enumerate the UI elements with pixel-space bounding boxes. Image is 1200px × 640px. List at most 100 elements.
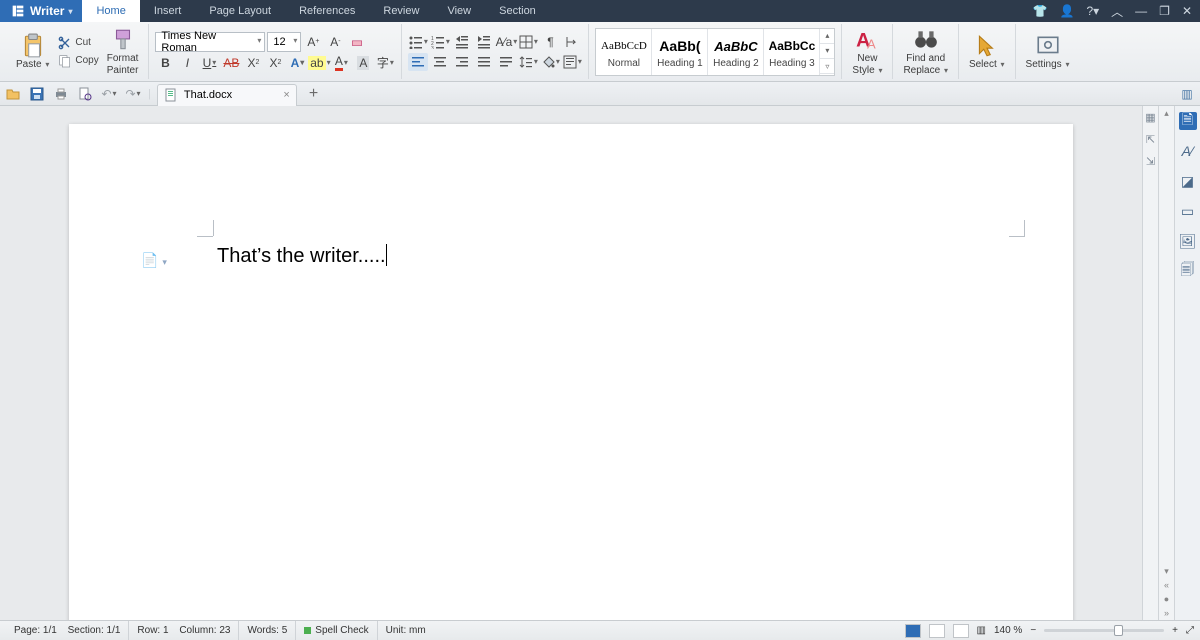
save-button[interactable] (28, 85, 46, 103)
shrink-font-button[interactable]: A- (325, 33, 345, 51)
italic-button[interactable]: I (177, 54, 197, 72)
redo-button[interactable]: ↷▾ (124, 85, 142, 103)
view-web-button[interactable] (953, 624, 969, 638)
document-body[interactable]: That’s the writer..... (217, 244, 387, 268)
vertical-scrollbar[interactable]: ▴ ▾ « ● » (1158, 106, 1174, 620)
paragraph-handle-icon[interactable]: 📄 ▾ (141, 252, 167, 269)
app-menu[interactable]: Writer ▾ (0, 0, 82, 22)
status-page[interactable]: Page: 1/1 Section: 1/1 (6, 621, 129, 640)
font-name-select[interactable]: Times New Roman▾ (155, 32, 265, 52)
pane-backup-icon[interactable]: 🗐 (1179, 262, 1197, 280)
show-marks-button[interactable]: ¶ (540, 33, 560, 51)
fit-page-button[interactable]: ⤢ (1186, 625, 1194, 636)
style-normal[interactable]: AaBbCcDNormal (596, 29, 652, 75)
user-icon[interactable]: 👤 (1060, 4, 1075, 18)
text-effects-button[interactable]: A ▾ (287, 54, 307, 72)
styles-gallery[interactable]: AaBbCcDNormal AaBb(Heading 1 AaBbCHeadin… (595, 28, 835, 76)
justify-button[interactable] (474, 53, 494, 71)
document-viewport[interactable]: 📄 ▾ That’s the writer..... (0, 106, 1142, 620)
bullets-button[interactable]: ▾ (408, 33, 428, 51)
next-page-icon[interactable]: » (1159, 606, 1174, 620)
view-outline-button[interactable] (929, 624, 945, 638)
increase-indent-button[interactable] (474, 33, 494, 51)
underline-button[interactable]: U ▾ (199, 54, 219, 72)
print-preview-button[interactable] (76, 85, 94, 103)
scroll-up-icon[interactable]: ▴ (1159, 106, 1174, 120)
tab-overflow-button[interactable]: ▥ (1178, 85, 1196, 103)
numbering-button[interactable]: 123▾ (430, 33, 450, 51)
scroll-down-icon[interactable]: ▾ (1159, 564, 1174, 578)
pane-layout-icon[interactable]: ▭ (1179, 202, 1197, 220)
subscript-button[interactable]: X2 (265, 54, 285, 72)
grow-font-button[interactable]: A+ (303, 33, 323, 51)
undo-button[interactable]: ↶▾ (100, 85, 118, 103)
chevron-up-icon[interactable]: ▴ (820, 29, 834, 44)
close-window-icon[interactable]: ✕ (1182, 4, 1192, 18)
distribute-button[interactable] (496, 53, 516, 71)
page[interactable]: 📄 ▾ That’s the writer..... (69, 124, 1073, 620)
align-left-button[interactable] (408, 53, 428, 71)
format-painter-button[interactable]: Format Painter (103, 25, 143, 79)
highlight-button[interactable]: ab▾ (309, 54, 329, 72)
settings-button[interactable]: Settings ▾ (1022, 31, 1074, 73)
view-page-button[interactable] (905, 624, 921, 638)
styles-expand-icon[interactable]: ▿ (820, 59, 834, 74)
pane-doc-icon[interactable]: 🗎 (1179, 112, 1197, 130)
new-tab-button[interactable]: + (303, 85, 324, 103)
maximize-window-icon[interactable]: ❐ (1159, 4, 1170, 18)
help-icon[interactable]: ?▾ (1086, 4, 1099, 18)
document-tab[interactable]: That.docx × (157, 84, 297, 106)
close-tab-button[interactable]: × (283, 89, 289, 101)
font-size-select[interactable]: 12▾ (267, 32, 301, 52)
copy-button[interactable]: Copy (57, 53, 98, 69)
superscript-button[interactable]: X2 (243, 54, 263, 72)
tab-insert[interactable]: Insert (140, 0, 196, 22)
bold-button[interactable]: B (155, 54, 175, 72)
borders-button[interactable]: ▾ (518, 33, 538, 51)
status-words[interactable]: Words: 5 (239, 621, 296, 640)
change-case-button[interactable]: A⁄a▾ (496, 33, 516, 51)
style-heading2[interactable]: AaBbCHeading 2 (708, 29, 764, 75)
pane-clipboard-icon[interactable]: 🖼 (1179, 232, 1197, 250)
cut-button[interactable]: Cut (57, 35, 98, 51)
minimize-window-icon[interactable]: — (1135, 4, 1147, 18)
status-unit[interactable]: Unit: mm (378, 621, 434, 640)
paragraph-layout-button[interactable]: ▾ (562, 53, 582, 71)
tab-section[interactable]: Section (485, 0, 550, 22)
tab-references[interactable]: References (285, 0, 369, 22)
zoom-in-button[interactable]: + (1172, 625, 1178, 636)
align-center-button[interactable] (430, 53, 450, 71)
decrease-indent-button[interactable] (452, 33, 472, 51)
select-button[interactable]: Select ▾ (965, 31, 1009, 73)
skin-icon[interactable]: 👕 (1033, 4, 1048, 18)
line-spacing-button[interactable]: ▾ (518, 53, 538, 71)
font-color-button[interactable]: A▾ (331, 54, 351, 72)
tab-home[interactable]: Home (82, 0, 139, 22)
tab-page-layout[interactable]: Page Layout (195, 0, 285, 22)
tab-stops-button[interactable] (562, 33, 582, 51)
pane-shapes-icon[interactable]: ◪ (1179, 172, 1197, 190)
style-heading1[interactable]: AaBb(Heading 1 (652, 29, 708, 75)
styles-scroll[interactable]: ▴▾▿ (820, 29, 834, 75)
tab-review[interactable]: Review (369, 0, 433, 22)
shading-button[interactable]: ▾ (540, 53, 560, 71)
status-spellcheck[interactable]: Spell Check (296, 621, 377, 640)
ruler-marker-icon[interactable]: ⇱ (1144, 132, 1158, 146)
minimize-ribbon-icon[interactable]: ︿ (1111, 3, 1123, 20)
ruler-marker2-icon[interactable]: ⇲ (1144, 154, 1158, 168)
clear-format-button[interactable] (347, 33, 367, 51)
prev-page-icon[interactable]: « (1159, 578, 1174, 592)
zoom-thumb[interactable] (1114, 625, 1123, 636)
paste-button[interactable]: Paste ▾ (12, 31, 53, 73)
status-cursor[interactable]: Row: 1 Column: 23 (129, 621, 239, 640)
print-button[interactable] (52, 85, 70, 103)
open-button[interactable] (4, 85, 22, 103)
ruler-toggle-icon[interactable]: ▦ (1144, 110, 1158, 124)
chevron-down-icon[interactable]: ▾ (820, 44, 834, 59)
pane-font-icon[interactable]: A⁄ (1179, 142, 1197, 160)
new-style-button[interactable]: AA New Style ▾ (848, 25, 886, 79)
align-right-button[interactable] (452, 53, 472, 71)
eye-protect-icon[interactable]: ▥ (977, 625, 986, 636)
strike-button[interactable]: AB (221, 54, 241, 72)
tab-view[interactable]: View (433, 0, 485, 22)
